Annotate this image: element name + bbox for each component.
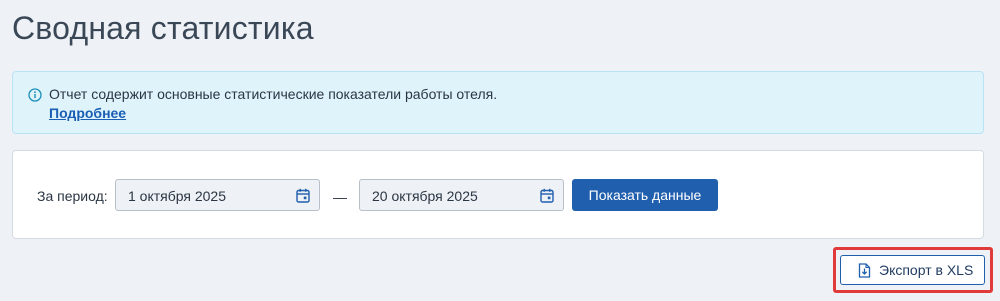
file-download-icon <box>858 263 871 278</box>
date-to-field[interactable]: 20 октября 2025 <box>359 179 564 211</box>
calendar-icon[interactable] <box>540 188 554 203</box>
info-text: Отчет содержит основные статистические п… <box>49 86 498 102</box>
date-from-value: 1 октября 2025 <box>128 188 226 204</box>
export-xls-label: Экспорт в XLS <box>879 262 974 278</box>
show-data-button[interactable]: Показать данные <box>572 179 718 211</box>
period-filter-card: За период: 1 октября 2025 — 20 октября 2… <box>12 150 984 239</box>
calendar-icon[interactable] <box>296 188 310 203</box>
info-icon <box>28 88 42 102</box>
date-range-separator: — <box>333 189 347 205</box>
more-info-link[interactable]: Подробнее <box>49 105 126 121</box>
export-xls-button[interactable]: Экспорт в XLS <box>840 255 985 285</box>
info-alert: Отчет содержит основные статистические п… <box>12 71 984 134</box>
page-title: Сводная статистика <box>12 10 314 46</box>
date-from-field[interactable]: 1 октября 2025 <box>115 179 320 211</box>
date-to-value: 20 октября 2025 <box>372 188 478 204</box>
period-label: За период: <box>37 188 108 204</box>
